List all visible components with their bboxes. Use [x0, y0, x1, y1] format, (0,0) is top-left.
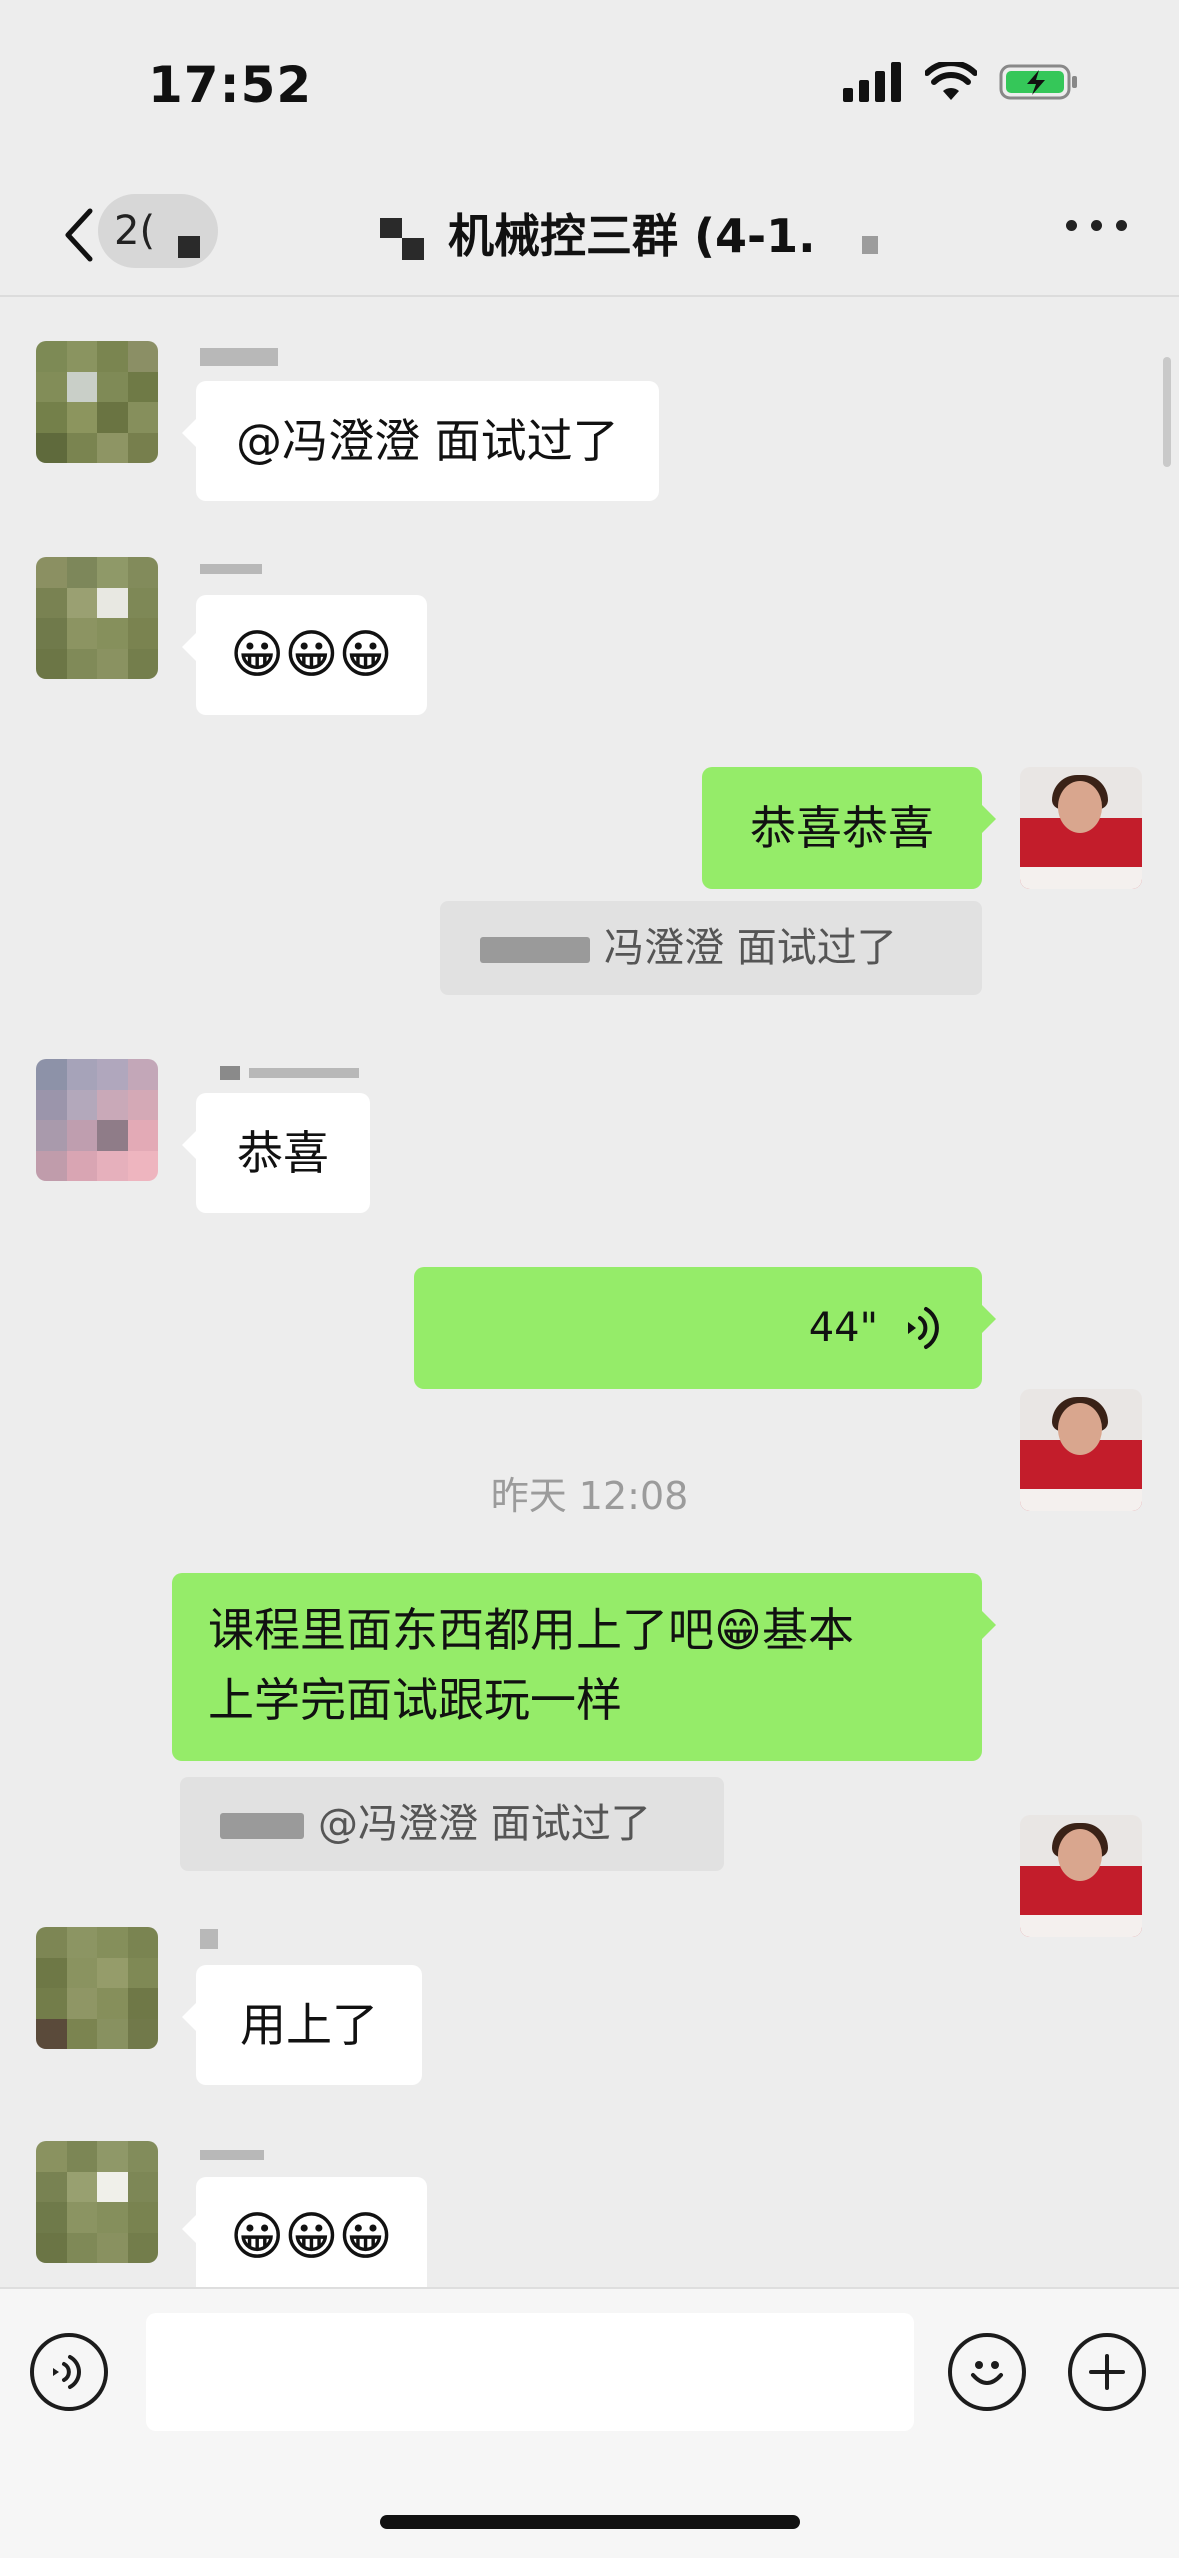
- emoji-button[interactable]: [948, 2333, 1026, 2411]
- my-avatar[interactable]: [1020, 1815, 1142, 1937]
- chat-title: 机械控三群 (4-1.: [448, 209, 816, 263]
- message-list[interactable]: @冯澄澄 面试过了 😀😀😀 恭喜恭喜 冯澄澄 面试过了 恭喜 44" 昨天 12…: [0, 297, 1179, 2287]
- sender-name: [220, 1055, 359, 1088]
- my-avatar[interactable]: [1020, 767, 1142, 889]
- message-input[interactable]: [146, 2313, 914, 2431]
- message-bubble[interactable]: 用上了: [182, 1965, 422, 2085]
- message-line: 课程里面东西都用上了吧😁基本: [208, 1603, 854, 1657]
- timestamp: 昨天 12:08: [490, 1474, 689, 1518]
- chat-header: 2( 机械控三群 (4-1.: [0, 170, 1179, 297]
- status-bar: 17:52: [0, 0, 1179, 170]
- voice-input-button[interactable]: [30, 2333, 108, 2411]
- message-bubble[interactable]: @冯澄澄 面试过了: [182, 381, 659, 501]
- message-line: 上学完面试跟玩一样: [208, 1673, 622, 1727]
- pixelated-mask: [220, 1813, 304, 1839]
- message-bubble[interactable]: 课程里面东西都用上了吧😁基本 上学完面试跟玩一样: [172, 1573, 996, 1761]
- wifi-icon: [925, 62, 977, 100]
- home-indicator[interactable]: [380, 2515, 800, 2529]
- message-bubble[interactable]: 恭喜: [182, 1093, 370, 1213]
- avatar[interactable]: [36, 1059, 158, 1181]
- message-bubble[interactable]: 恭喜恭喜: [702, 767, 996, 889]
- voice-message[interactable]: 44": [414, 1267, 996, 1389]
- avatar[interactable]: [36, 2141, 158, 2263]
- sender-name: [200, 339, 278, 372]
- pixelated-mask: [178, 236, 200, 258]
- sender-name: [200, 2137, 264, 2170]
- more-options-button[interactable]: [1066, 220, 1127, 231]
- voice-wave-icon: [908, 1307, 939, 1349]
- pixelated-mask: [402, 238, 424, 260]
- status-icons: [843, 62, 1079, 102]
- status-time: 17:52: [148, 56, 313, 114]
- avatar[interactable]: [36, 1927, 158, 2049]
- pixelated-mask: [380, 218, 402, 238]
- pixelated-mask: [480, 937, 590, 963]
- more-dots-icon: [1066, 220, 1077, 231]
- scrollbar[interactable]: [1163, 357, 1171, 467]
- avatar[interactable]: [36, 557, 158, 679]
- sender-name: [200, 1921, 218, 1954]
- smiley-icon: [971, 2361, 1003, 2385]
- signal-icon: [843, 62, 901, 102]
- quoted-text: 冯澄澄 面试过了: [604, 925, 897, 971]
- pixelated-mask: [862, 236, 878, 254]
- voice-icon: [53, 2355, 81, 2389]
- add-button[interactable]: [1068, 2333, 1146, 2411]
- quoted-text: @冯澄澄 面试过了: [318, 1801, 651, 1847]
- quoted-message[interactable]: @冯澄澄 面试过了: [180, 1777, 724, 1871]
- voice-duration: 44": [808, 1305, 878, 1351]
- avatar[interactable]: [36, 341, 158, 463]
- message-bubble[interactable]: 😀😀😀: [182, 2177, 427, 2287]
- battery-charging-icon: [999, 64, 1077, 100]
- quoted-message[interactable]: 冯澄澄 面试过了: [440, 901, 982, 995]
- sender-name: [200, 551, 262, 584]
- unread-count-badge[interactable]: 2(: [98, 194, 218, 268]
- chevron-left-icon: [65, 208, 93, 262]
- message-bubble[interactable]: 😀😀😀: [182, 595, 427, 715]
- plus-icon: [1089, 2354, 1125, 2390]
